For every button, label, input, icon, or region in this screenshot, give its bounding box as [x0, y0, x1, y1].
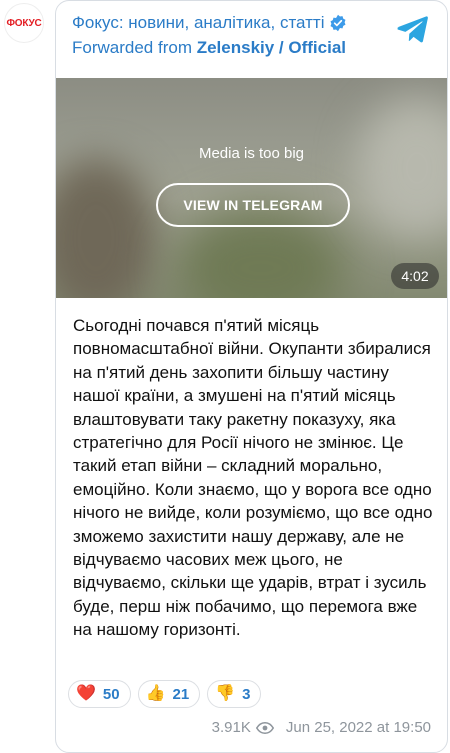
post-header: Фокус: новини, аналітика, статті Forward… [72, 13, 431, 69]
post-meta: 3.91K Jun 25, 2022 at 19:50 [212, 719, 431, 736]
reaction-heart[interactable]: ❤️ 50 [68, 680, 131, 708]
reaction-thumbs-down[interactable]: 👎 3 [207, 680, 262, 708]
heart-icon: ❤️ [76, 685, 96, 702]
video-duration-badge: 4:02 [391, 263, 439, 289]
channel-title[interactable]: Фокус: новини, аналітика, статті [72, 13, 431, 33]
verified-icon [330, 14, 346, 32]
post-card: Фокус: новини, аналітика, статті Forward… [55, 0, 448, 753]
reaction-count: 21 [172, 685, 190, 703]
reactions-bar: ❤️ 50 👍 21 👎 3 [68, 680, 262, 708]
forwarded-from: Forwarded from Zelenskiy / Official [72, 38, 431, 58]
channel-avatar[interactable]: ФОКУС [4, 3, 44, 43]
avatar-logo-text: ФОКУС [6, 17, 42, 29]
reaction-thumbs-up[interactable]: 👍 21 [137, 680, 201, 708]
reaction-count: 50 [102, 685, 120, 703]
view-in-telegram-button[interactable]: VIEW IN TELEGRAM [156, 183, 350, 227]
telegram-icon[interactable] [395, 14, 429, 44]
post-timestamp[interactable]: Jun 25, 2022 at 19:50 [286, 719, 431, 736]
thumbs-up-icon: 👍 [145, 685, 166, 702]
channel-name[interactable]: Фокус: новини, аналітика, статті [72, 13, 324, 33]
eye-icon [255, 721, 274, 734]
forwarded-prefix: Forwarded from [72, 38, 192, 57]
media-preview: Media is too big VIEW IN TELEGRAM 4:02 [56, 78, 447, 298]
reaction-count: 3 [242, 685, 251, 703]
view-count: 3.91K [211, 719, 251, 736]
post-text: Сьогодні почався п'ятий місяць повномасш… [73, 316, 433, 640]
thumbs-down-icon: 👎 [215, 685, 236, 702]
media-too-big-notice: Media is too big [198, 145, 305, 162]
forwarded-source-link[interactable]: Zelenskiy / Official [197, 38, 346, 57]
